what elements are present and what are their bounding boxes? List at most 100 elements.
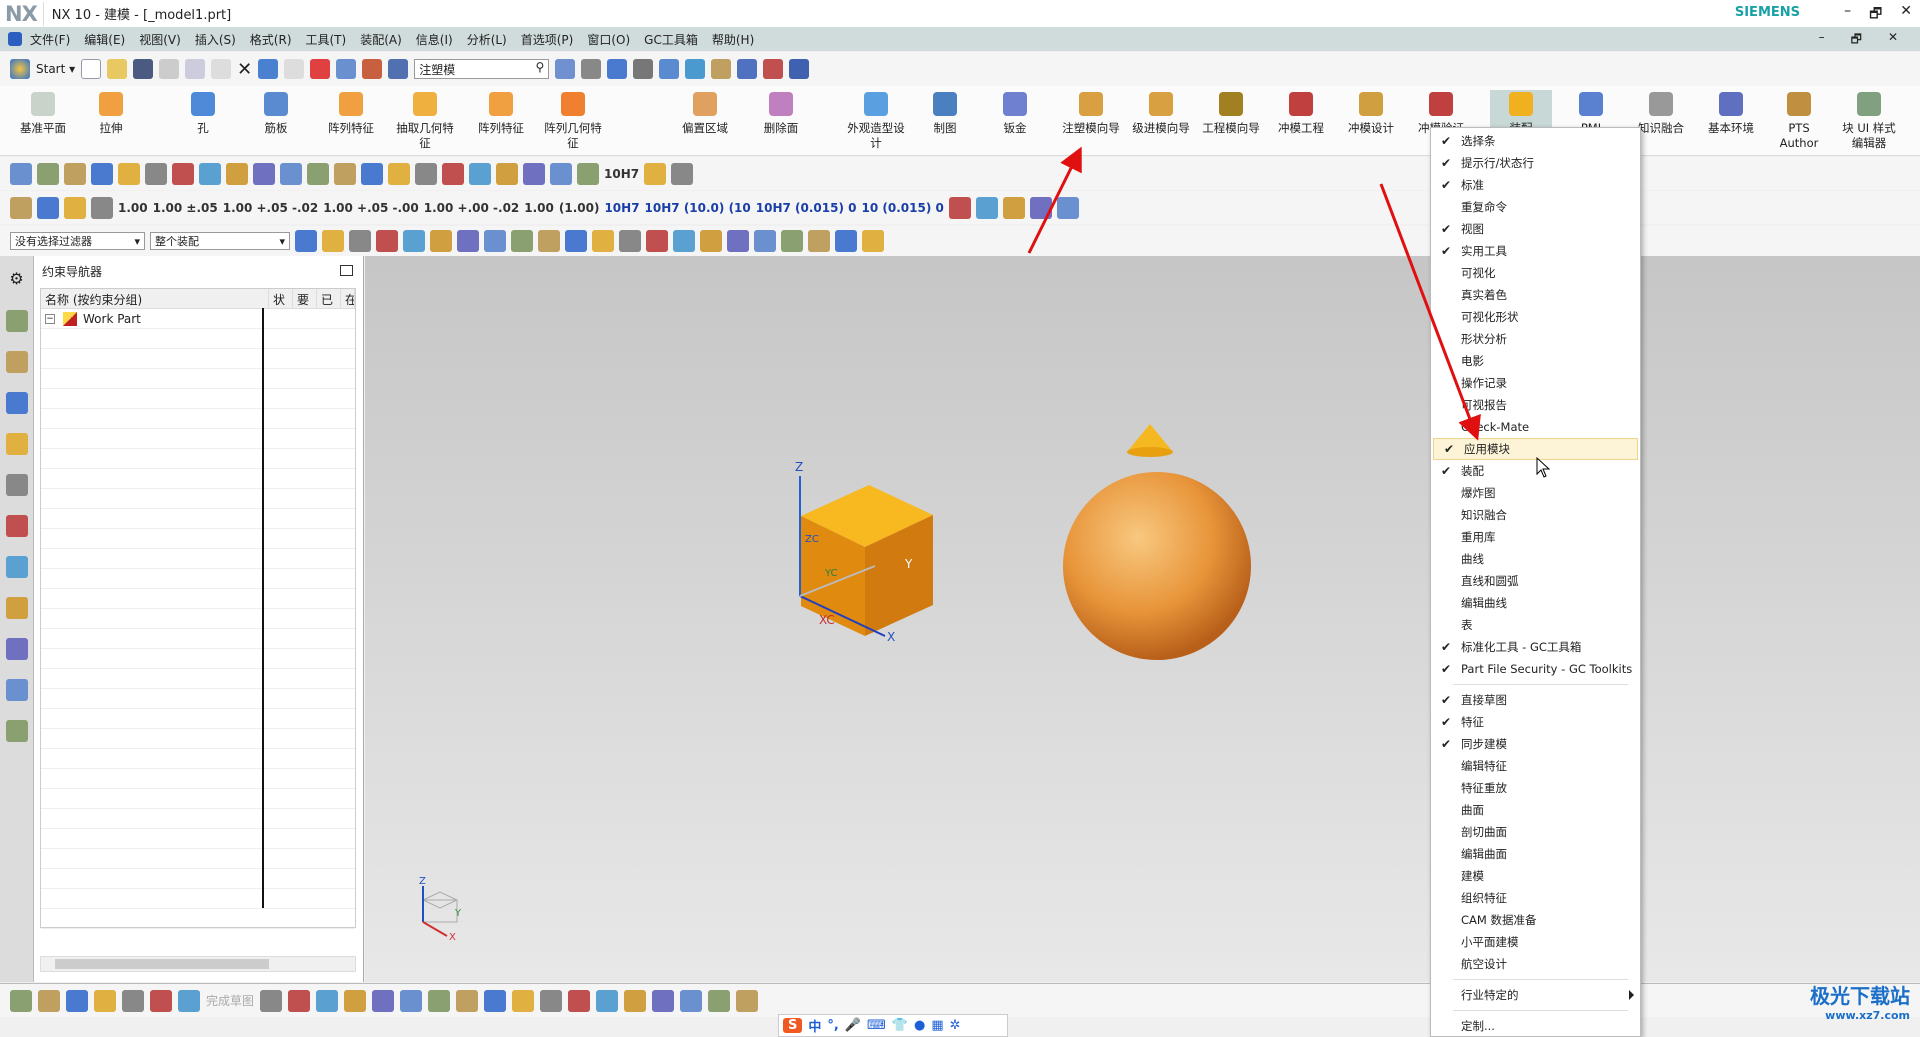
paste-icon[interactable] [211, 59, 232, 79]
tool-icon[interactable] [344, 989, 367, 1012]
tool-icon[interactable] [10, 989, 32, 1012]
horizontal-scrollbar[interactable] [40, 956, 356, 972]
tool-icon[interactable] [512, 989, 535, 1012]
tool-icon[interactable] [172, 162, 194, 185]
tool-icon[interactable] [619, 230, 641, 252]
tool-icon[interactable] [1002, 196, 1025, 219]
dimension-style-button[interactable]: 10H7 (10.0) (10 [645, 201, 751, 215]
ime-item[interactable]: 🎤 [845, 1018, 861, 1033]
maximize-icon[interactable] [340, 265, 353, 276]
open-icon[interactable] [107, 59, 128, 79]
tool-icon[interactable] [322, 230, 344, 252]
menu-item[interactable]: ✔ 特征 [1431, 711, 1640, 733]
tool-icon[interactable] [91, 162, 113, 185]
ribbon-button[interactable]: 级进模向导 [1130, 90, 1192, 136]
mdi-close-button[interactable]: ✕ [1888, 30, 1898, 51]
menu-item[interactable]: 形状分析 [1431, 328, 1640, 350]
tool-icon[interactable] [577, 162, 599, 185]
tool-icon[interactable] [334, 162, 356, 185]
hd3d-icon[interactable] [5, 474, 28, 496]
tolerance-label[interactable]: 10H7 [604, 167, 639, 181]
menu-item[interactable]: 可视报告 [1431, 394, 1640, 416]
menu-8[interactable]: 分析(L) [467, 31, 507, 48]
ribbon-button[interactable]: 抽取几何特征 [394, 90, 456, 151]
history-icon[interactable] [5, 556, 28, 578]
list-icon[interactable] [388, 59, 409, 79]
tool-icon[interactable] [550, 162, 572, 185]
tool-icon[interactable] [37, 162, 59, 185]
menu-6[interactable]: 装配(A) [360, 31, 402, 48]
menu-3[interactable]: 插入(S) [195, 31, 236, 48]
scrollbar-thumb[interactable] [55, 959, 269, 969]
menu-item[interactable]: ✔ 提示行/状态行 [1431, 152, 1640, 174]
new-icon[interactable] [81, 59, 102, 79]
menu-item[interactable]: ✔ 选择条 [1431, 130, 1640, 152]
tool-icon[interactable] [442, 162, 464, 185]
tool-icon[interactable] [388, 162, 410, 185]
delete-icon[interactable]: ✕ [237, 59, 252, 80]
process-studio-icon[interactable] [5, 638, 28, 660]
grid-icon[interactable] [763, 59, 784, 79]
tool-icon[interactable] [700, 230, 722, 252]
dimension-style-button[interactable]: 1.00 +.00 -.02 [424, 201, 520, 215]
ribbon-button[interactable]: PTS Author [1768, 90, 1830, 151]
ribbon-button[interactable]: 偏置区域 [674, 90, 736, 136]
system-scene-icon[interactable] [5, 720, 28, 742]
tool-icon[interactable] [708, 989, 731, 1012]
menu-11[interactable]: GC工具箱 [644, 31, 698, 48]
redo-icon[interactable] [284, 59, 305, 79]
menu-1[interactable]: 编辑(E) [84, 31, 125, 48]
tool-icon[interactable] [469, 162, 491, 185]
menu-item[interactable]: ✔ 实用工具 [1431, 240, 1640, 262]
dimension-style-button[interactable]: (1.00) [559, 201, 600, 215]
menu-item[interactable]: 表 [1431, 614, 1640, 636]
menu-item[interactable]: 建模 [1431, 865, 1640, 887]
ime-item[interactable]: ▦ [931, 1018, 943, 1033]
roles-icon[interactable] [5, 679, 28, 701]
tool-icon[interactable] [652, 989, 675, 1012]
ribbon-button[interactable]: 孔 [172, 90, 234, 136]
reuse-library-icon[interactable] [5, 433, 28, 455]
tool-icon[interactable] [361, 162, 383, 185]
cut-icon[interactable] [159, 59, 180, 79]
start-button[interactable]: Start ▾ [36, 62, 75, 76]
tool-icon[interactable] [376, 230, 398, 252]
menu-item[interactable]: ✔ Part File Security - GC Toolkits [1431, 658, 1640, 680]
mdi-restore-button[interactable]: 🗗 [1851, 30, 1862, 51]
view-orient-icon[interactable] [607, 59, 628, 79]
dimension-style-button[interactable]: 10 (0.015) 0 [862, 201, 944, 215]
column-required[interactable]: 要 [293, 289, 317, 308]
menu-item[interactable]: 真实着色 [1431, 284, 1640, 306]
ime-item[interactable]: ✲ [950, 1018, 961, 1033]
menu-item[interactable]: 重用库 [1431, 526, 1640, 548]
column-status[interactable]: 状 [269, 289, 293, 308]
menu-item[interactable]: 可视化形状 [1431, 306, 1640, 328]
tool-icon[interactable] [835, 230, 857, 252]
dimension-style-button[interactable]: 10H7 (0.015) 0 [756, 201, 857, 215]
start-icon[interactable] [10, 59, 30, 79]
tool-icon[interactable] [727, 230, 749, 252]
settings-icon[interactable]: ⚙ [6, 269, 28, 291]
dimension-style-button[interactable]: 1.00 [118, 201, 148, 215]
tool-icon[interactable] [671, 162, 694, 185]
tool-icon[interactable] [260, 989, 283, 1012]
snap-icon[interactable] [685, 59, 706, 79]
tool-icon[interactable] [64, 162, 86, 185]
background-icon[interactable] [633, 59, 654, 79]
tool-icon[interactable] [484, 989, 507, 1012]
menu-item[interactable]: 直线和圆弧 [1431, 570, 1640, 592]
ribbon-button[interactable]: 删除面 [750, 90, 812, 136]
menu-2[interactable]: 视图(V) [139, 31, 181, 48]
menu-item[interactable]: 编辑特征 [1431, 755, 1640, 777]
web-browser-icon[interactable] [5, 515, 28, 537]
dimension-style-button[interactable]: 1.00 ±.05 [153, 201, 218, 215]
menu-item[interactable]: 编辑曲线 [1431, 592, 1640, 614]
tool-icon[interactable] [295, 230, 317, 252]
menu-12[interactable]: 帮助(H) [712, 31, 754, 48]
tool-icon[interactable] [199, 162, 221, 185]
dimension-style-button[interactable]: 1.00 [524, 201, 554, 215]
menu-10[interactable]: 窗口(O) [587, 31, 630, 48]
menu-item[interactable]: Check-Mate [1431, 416, 1640, 438]
menu-item[interactable]: 行业特定的 [1431, 984, 1640, 1006]
ime-item[interactable]: ⌨ [867, 1018, 886, 1033]
